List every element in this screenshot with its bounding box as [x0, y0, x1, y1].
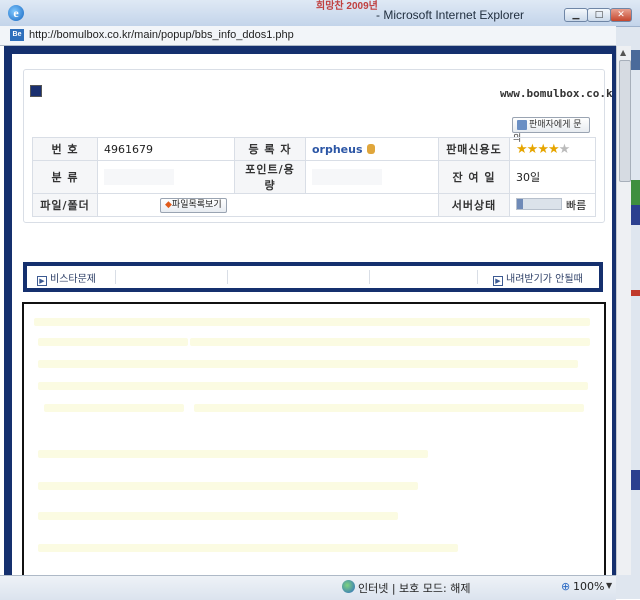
category-label: 분 류: [32, 160, 98, 194]
arrow-right-box-icon: ▶: [493, 276, 503, 286]
divider: [227, 270, 228, 284]
ask-seller-button[interactable]: 판매자에게 문의: [512, 117, 590, 144]
number-label: 번 호: [32, 137, 98, 161]
divider: [477, 270, 478, 284]
star-filled-icon: ★: [516, 141, 528, 157]
maximize-button[interactable]: □: [587, 8, 611, 22]
remaining-value: 30일: [509, 160, 596, 194]
chevron-down-icon[interactable]: ▼: [606, 581, 612, 590]
server-label: 서버상태: [438, 193, 510, 217]
faded-text-line: [38, 338, 188, 346]
blurred-text: [312, 169, 382, 185]
diamond-icon: ◆: [165, 200, 172, 210]
divider: [115, 270, 116, 284]
close-button[interactable]: ✕: [610, 8, 632, 22]
files-cell: ◆파일목록보기: [97, 193, 439, 217]
zoom-icon[interactable]: ⊕: [561, 580, 570, 593]
window-title-bar[interactable]: e 희망찬 2009년 - Microsoft Internet Explore…: [0, 0, 640, 27]
uploader-cell: orpheus: [305, 137, 439, 161]
faded-text-line: [194, 404, 584, 412]
faded-text-line: [44, 404, 184, 412]
file-info-box: www.bomulbox.co.kr 판매자에게 문의 번 호 4961679 …: [23, 69, 612, 223]
uploader-label: 등 록 자: [234, 137, 306, 161]
address-url[interactable]: http://bomulbox.co.kr/main/popup/bbs_inf…: [29, 29, 294, 41]
category-value: [97, 160, 235, 194]
faded-text-line: [38, 482, 418, 490]
server-status-fill: [517, 199, 523, 209]
download-help-label: 내려받기가 안될때: [506, 274, 583, 285]
info-table: 번 호 4961679 등 록 자 orpheus 판매신용도 ★★★★★ 분 …: [32, 137, 596, 217]
faded-text-line: [38, 360, 578, 368]
pineapple-icon: [366, 143, 375, 154]
internet-zone-icon: [342, 580, 355, 593]
vista-issue-link[interactable]: ▶ 비스타문제: [37, 270, 96, 286]
scrollbar-thumb[interactable]: [619, 60, 631, 182]
security-zone-text[interactable]: 인터넷 | 보호 모드: 해제: [358, 580, 470, 596]
seller-rating-label: 판매신용도: [438, 137, 510, 161]
status-bar: 인터넷 | 보호 모드: 해제 ⊕ 100% ▼: [0, 575, 616, 600]
page-favicon-icon: Be: [10, 29, 24, 41]
number-value: 4961679: [97, 137, 235, 161]
file-list-button[interactable]: ◆파일목록보기: [160, 198, 227, 213]
faded-text-line: [38, 544, 458, 552]
address-bar[interactable]: Be http://bomulbox.co.kr/main/popup/bbs_…: [0, 26, 616, 46]
help-links-bar: ▶ 비스타문제 ▶ 내려받기가 안될때: [23, 262, 603, 292]
faded-text-line: [38, 512, 398, 520]
points-label: 포인트/용량: [234, 160, 306, 194]
blurred-text: [104, 169, 174, 185]
site-url: www.bomulbox.co.kr: [500, 87, 612, 100]
edit-icon: [517, 120, 527, 130]
minimize-button[interactable]: ▁: [564, 8, 588, 22]
star-filled-icon: ★: [537, 141, 549, 157]
table-row: 분 류 포인트/용량 잔 여 일 30일: [32, 160, 596, 194]
divider: [369, 270, 370, 284]
square-bullet-icon: [30, 85, 42, 97]
files-label: 파일/폴더: [32, 193, 98, 217]
vertical-scrollbar[interactable]: ▲: [616, 46, 631, 575]
star-filled-icon: ★: [547, 141, 560, 157]
page-frame: www.bomulbox.co.kr 판매자에게 문의 번 호 4961679 …: [4, 46, 616, 575]
points-value: [305, 160, 439, 194]
star-rating: ★★★★★: [516, 141, 571, 157]
help-links-inner: ▶ 비스타문제 ▶ 내려받기가 안될때: [27, 266, 599, 288]
arrow-right-box-icon: ▶: [37, 276, 47, 286]
scroll-up-icon[interactable]: ▲: [620, 48, 626, 57]
remaining-label: 잔 여 일: [438, 160, 510, 194]
seller-rating-cell: ★★★★★: [509, 137, 596, 161]
window-title: - Microsoft Internet Explorer: [376, 8, 525, 22]
table-row: 번 호 4961679 등 록 자 orpheus 판매신용도 ★★★★★: [32, 137, 596, 161]
faded-text-line: [34, 318, 590, 326]
table-row: 파일/폴더 ◆파일목록보기 서버상태 빠름: [32, 193, 596, 217]
star-empty-icon: ★: [558, 141, 571, 157]
page-content: www.bomulbox.co.kr 판매자에게 문의 번 호 4961679 …: [12, 54, 612, 575]
notice-content-area: [22, 302, 606, 575]
server-status-bar: [516, 198, 562, 210]
internet-explorer-icon: e: [8, 5, 24, 21]
zoom-level[interactable]: 100%: [573, 580, 604, 593]
vista-issue-label: 비스타문제: [50, 274, 96, 285]
star-filled-icon: ★: [526, 141, 539, 157]
faded-text-line: [38, 450, 428, 458]
server-value: 빠름: [566, 199, 587, 212]
faded-text-line: [38, 382, 588, 390]
server-cell: 빠름: [509, 193, 596, 217]
download-help-link[interactable]: ▶ 내려받기가 안될때: [493, 270, 583, 286]
background-window-text: 희망찬 2009년: [316, 1, 378, 12]
file-list-label: 파일목록보기: [171, 200, 222, 210]
uploader-link[interactable]: orpheus: [312, 143, 363, 156]
faded-text-line: [190, 338, 590, 346]
